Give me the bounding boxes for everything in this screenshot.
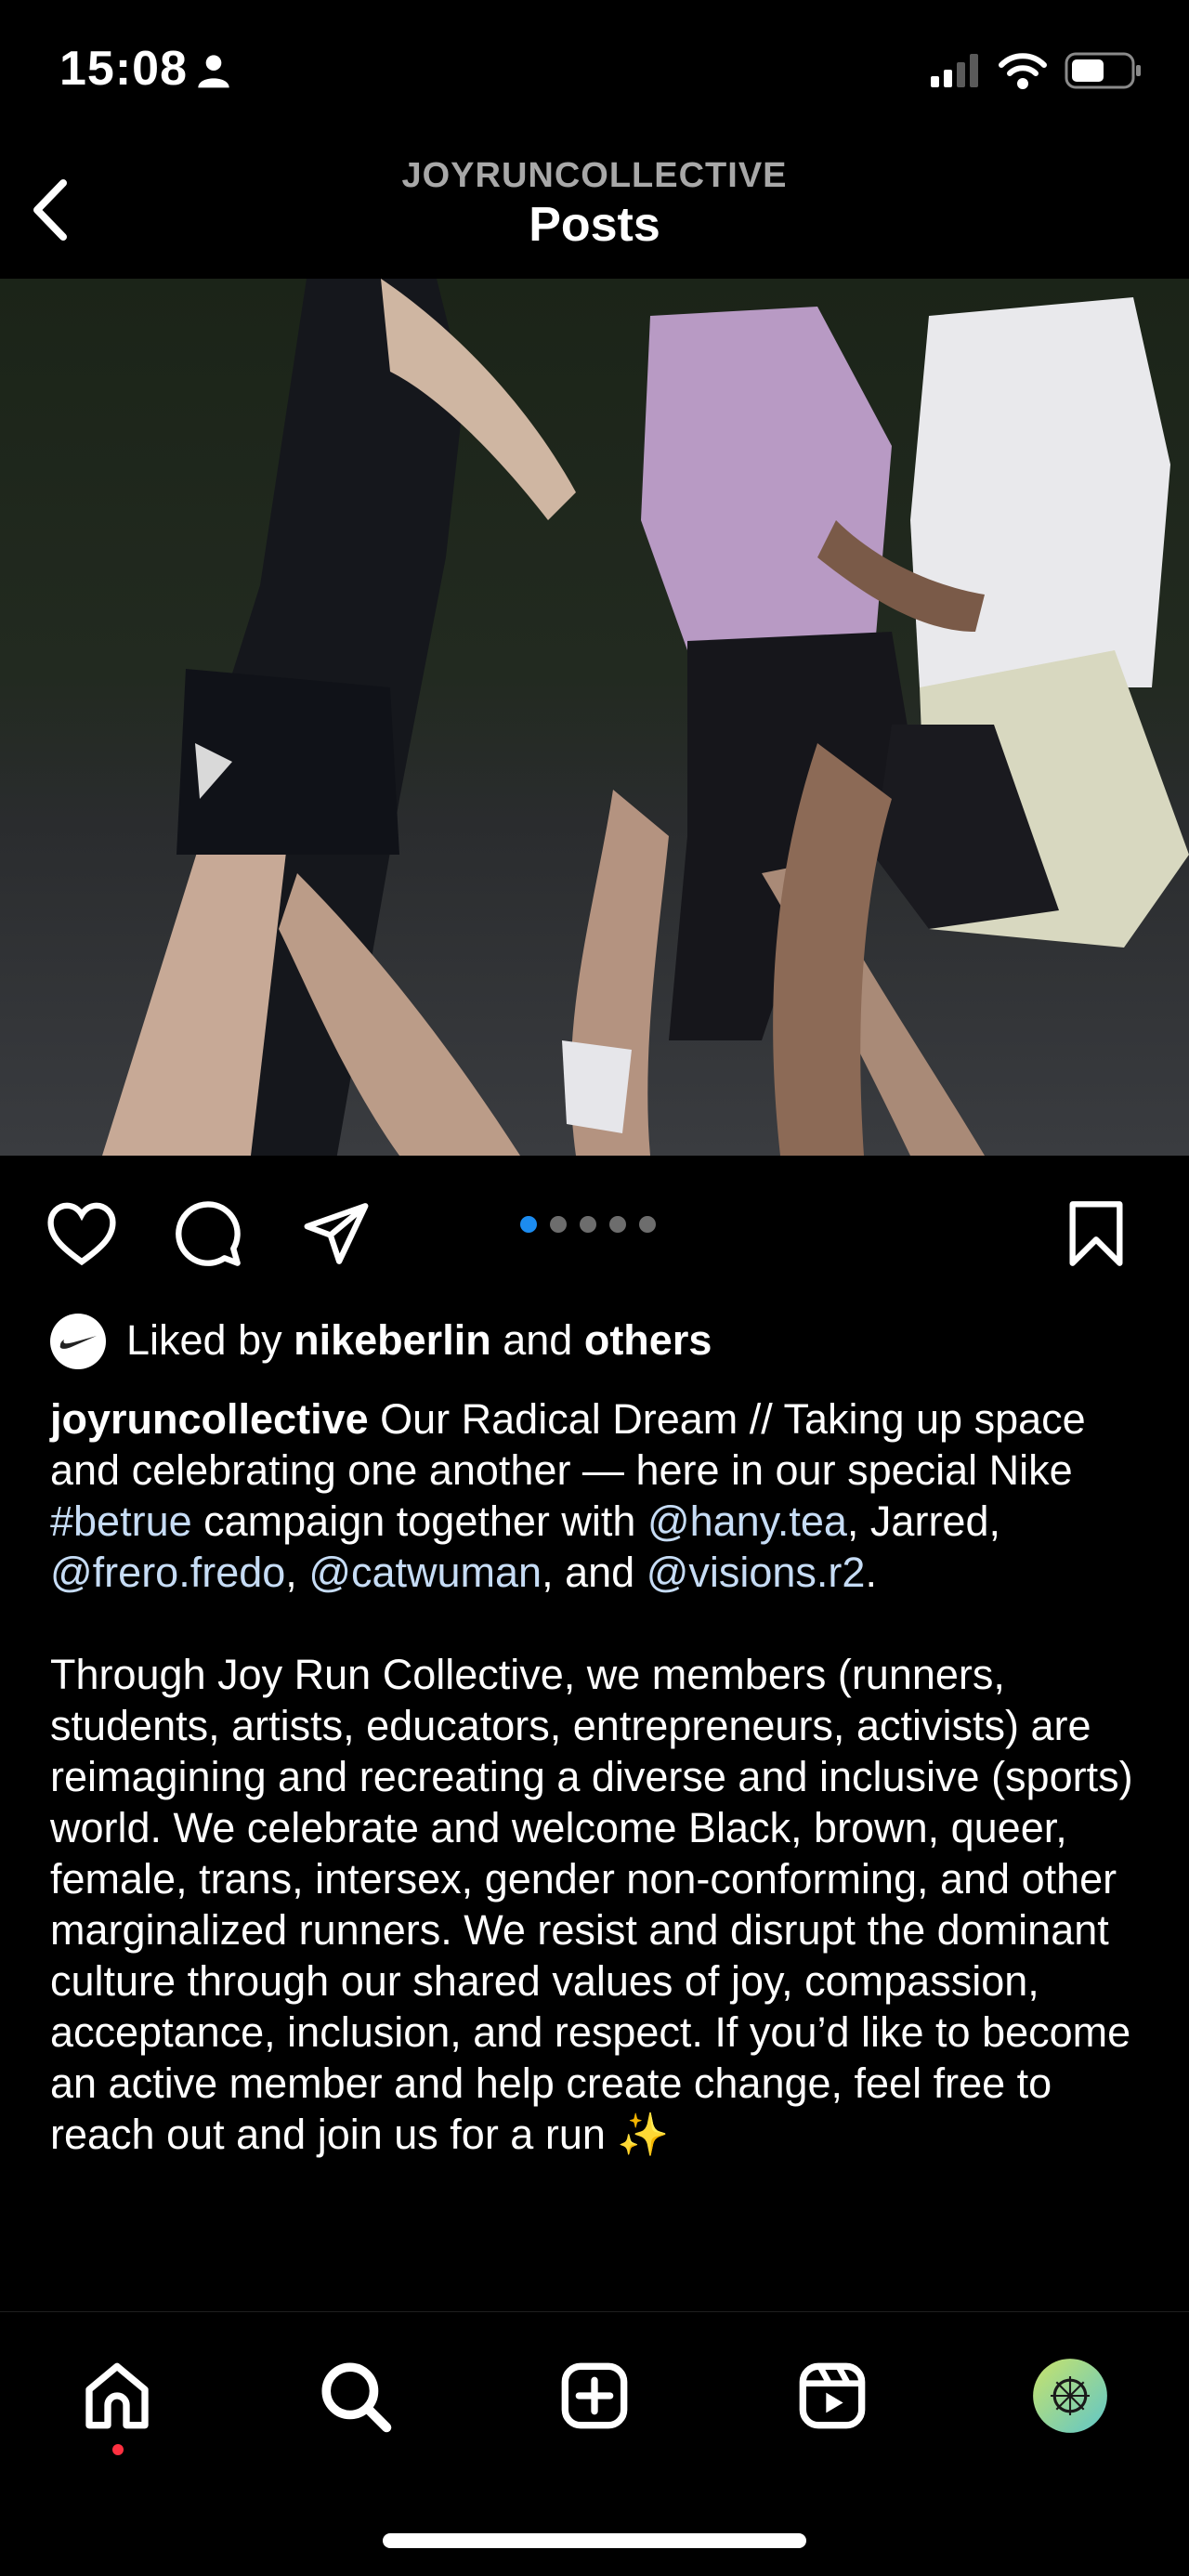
liked-by-user[interactable]: nikeberlin (294, 1316, 491, 1364)
carousel-dot (580, 1216, 596, 1233)
mention-link[interactable]: @frero.fredo (50, 1549, 285, 1596)
caption-text: , and (542, 1549, 635, 1596)
post-image[interactable] (0, 279, 1189, 1156)
share-button[interactable] (299, 1196, 373, 1271)
liked-by-prefix: Liked by (126, 1316, 282, 1364)
carousel-dot (609, 1216, 626, 1233)
tab-profile[interactable] (1024, 2349, 1117, 2442)
create-icon (561, 2362, 628, 2429)
mention-link[interactable]: @visions.r2 (647, 1549, 866, 1596)
comment-icon (176, 1201, 241, 1266)
home-icon (85, 2362, 149, 2429)
share-icon (304, 1203, 369, 1264)
carousel-dot (550, 1216, 567, 1233)
caption-text: campaign together with (203, 1497, 636, 1545)
header-account-name: JOYRUNCOLLECTIVE (401, 156, 788, 195)
liker-avatar[interactable] (50, 1314, 106, 1369)
tab-reels[interactable] (786, 2349, 879, 2442)
home-indicator[interactable] (383, 2533, 806, 2548)
bottom-tab-bar (0, 2311, 1189, 2576)
page-title: Posts (529, 198, 660, 252)
status-time: 15:08 (59, 42, 188, 96)
tab-home[interactable] (71, 2349, 163, 2442)
heart-icon (47, 1202, 116, 1266)
bookmark-icon (1069, 1201, 1123, 1266)
nike-swoosh-icon (59, 1336, 97, 1349)
caption-username[interactable]: joyruncollective (50, 1395, 369, 1443)
hashtag-link[interactable]: #betrue (50, 1497, 192, 1545)
battery-icon (1065, 52, 1141, 89)
status-icons (931, 52, 1141, 89)
post-caption: joyruncollective Our Radical Dream // Ta… (50, 1393, 1146, 2160)
liked-by-joiner: and (503, 1316, 573, 1364)
profile-avatar-icon (1033, 2359, 1107, 2433)
liked-by-text: Liked by nikeberlin and others (126, 1312, 712, 1369)
caption-paragraph-2: Through Joy Run Collective, we members (… (50, 1651, 1133, 2158)
mention-link[interactable]: @hany.tea (647, 1497, 847, 1545)
carousel-dot-active (520, 1216, 537, 1233)
wifi-icon (999, 53, 1047, 89)
runners-photo (0, 279, 1189, 1156)
tab-search[interactable] (308, 2349, 401, 2442)
caption-text: . (865, 1549, 877, 1596)
carousel-indicator (520, 1213, 669, 1236)
caption-text: , Jarred, (846, 1497, 1000, 1545)
caption-paragraph-1: joyruncollective Our Radical Dream // Ta… (50, 1393, 1146, 1598)
tab-create[interactable] (548, 2349, 641, 2442)
carousel-dot (639, 1216, 656, 1233)
liked-by-others[interactable]: others (584, 1316, 712, 1364)
mention-link[interactable]: @catwuman (308, 1549, 542, 1596)
save-button[interactable] (1059, 1196, 1133, 1271)
notification-dot (112, 2444, 124, 2455)
search-icon (321, 2362, 392, 2433)
comment-button[interactable] (171, 1196, 245, 1271)
caption-text: , (285, 1549, 297, 1596)
signal-icon (931, 54, 978, 87)
person-icon (198, 55, 229, 88)
reels-icon (799, 2362, 866, 2429)
like-button[interactable] (45, 1196, 119, 1271)
